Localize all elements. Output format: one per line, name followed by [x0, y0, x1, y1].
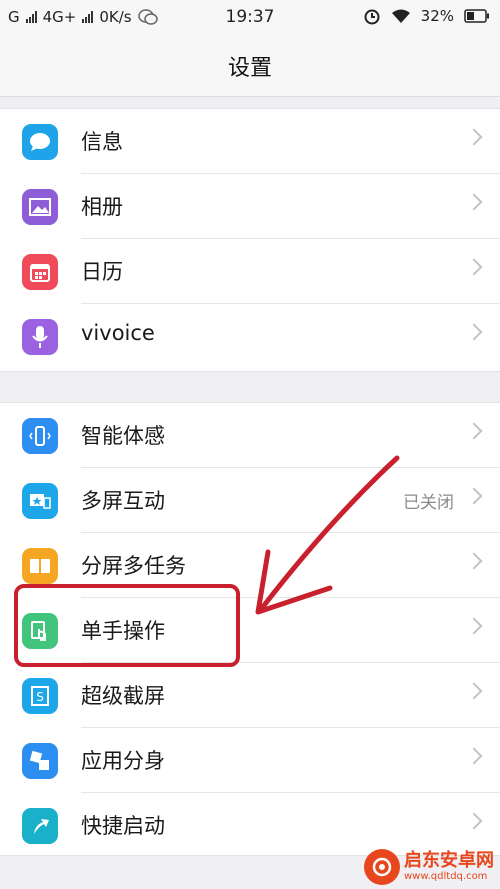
- annotation-arrow: [255, 455, 400, 615]
- watermark-text: 启东安卓网 www.qdltdq.com: [404, 851, 494, 883]
- watermark-url: www.qdltdq.com: [404, 871, 488, 882]
- watermark-name: 启东安卓网: [404, 850, 494, 871]
- watermark-logo-icon: [364, 849, 400, 885]
- site-watermark: 启东安卓网 www.qdltdq.com: [364, 849, 494, 885]
